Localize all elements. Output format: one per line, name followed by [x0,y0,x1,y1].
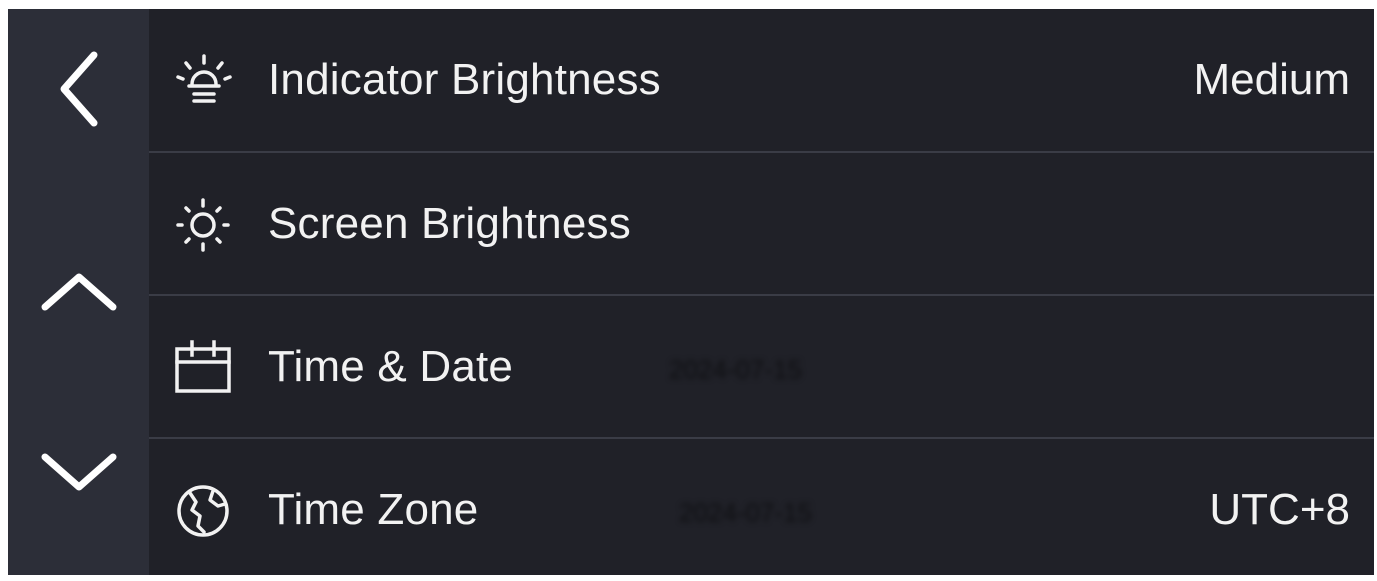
setting-screen-brightness[interactable]: Screen Brightness [149,151,1374,295]
setting-value: UTC+8 [1209,485,1350,534]
chevron-up-icon [41,273,116,311]
globe-icon [171,479,233,541]
setting-time-zone[interactable]: Time Zone 2024-07-15 UTC+8 [149,437,1374,581]
scroll-down-button[interactable] [8,427,149,517]
setting-time-date[interactable]: Time & Date 2024-07-15 [149,294,1374,438]
calendar-icon [171,336,233,398]
setting-label: Screen Brightness [268,199,631,248]
navigation-sidebar [8,9,149,575]
obscured-value: 2024-07-15 [679,497,812,528]
settings-screen: Indicator Brightness Medium Screen Brigh… [8,9,1374,575]
chevron-left-icon [60,51,97,127]
back-button[interactable] [8,44,149,134]
indicator-lamp-icon [171,49,233,111]
setting-value: Medium [1193,55,1351,104]
chevron-down-icon [41,453,116,491]
setting-indicator-brightness[interactable]: Indicator Brightness Medium [149,9,1374,151]
obscured-value: 2024-07-15 [669,354,802,385]
scroll-up-button[interactable] [8,247,149,337]
settings-list: Indicator Brightness Medium Screen Brigh… [149,9,1374,575]
setting-label: Time Zone [268,485,479,534]
sun-icon [171,193,233,255]
setting-label: Time & Date [268,342,514,391]
setting-label: Indicator Brightness [268,55,661,104]
